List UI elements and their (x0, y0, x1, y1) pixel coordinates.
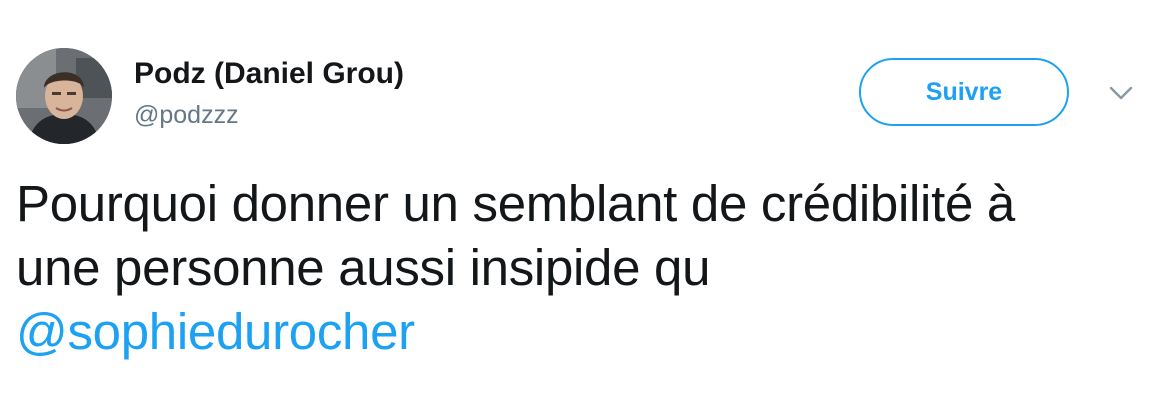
follow-button[interactable]: Suivre (859, 58, 1069, 126)
tweet-text: Pourquoi donner un semblant de crédibili… (16, 172, 1146, 364)
avatar-photo-icon (16, 48, 112, 144)
author-display-name[interactable]: Podz (Daniel Grou) (134, 56, 404, 92)
chevron-down-icon[interactable] (1108, 84, 1134, 102)
tweet-text-line-1: Pourquoi donner un semblant de crédibili… (16, 175, 1015, 232)
tweet-text-line-2: une personne aussi insipide qu (16, 239, 711, 296)
author-handle[interactable]: @podzzz (134, 100, 239, 130)
tweet-text-line-3: @sophiedurocher (16, 300, 1146, 364)
tweet-card: Podz (Daniel Grou) @podzzz Suivre Pourqu… (0, 0, 1164, 402)
follow-button-label: Suivre (925, 77, 1003, 106)
mention-link[interactable]: @sophiedurocher (16, 303, 415, 360)
avatar[interactable] (16, 48, 112, 144)
